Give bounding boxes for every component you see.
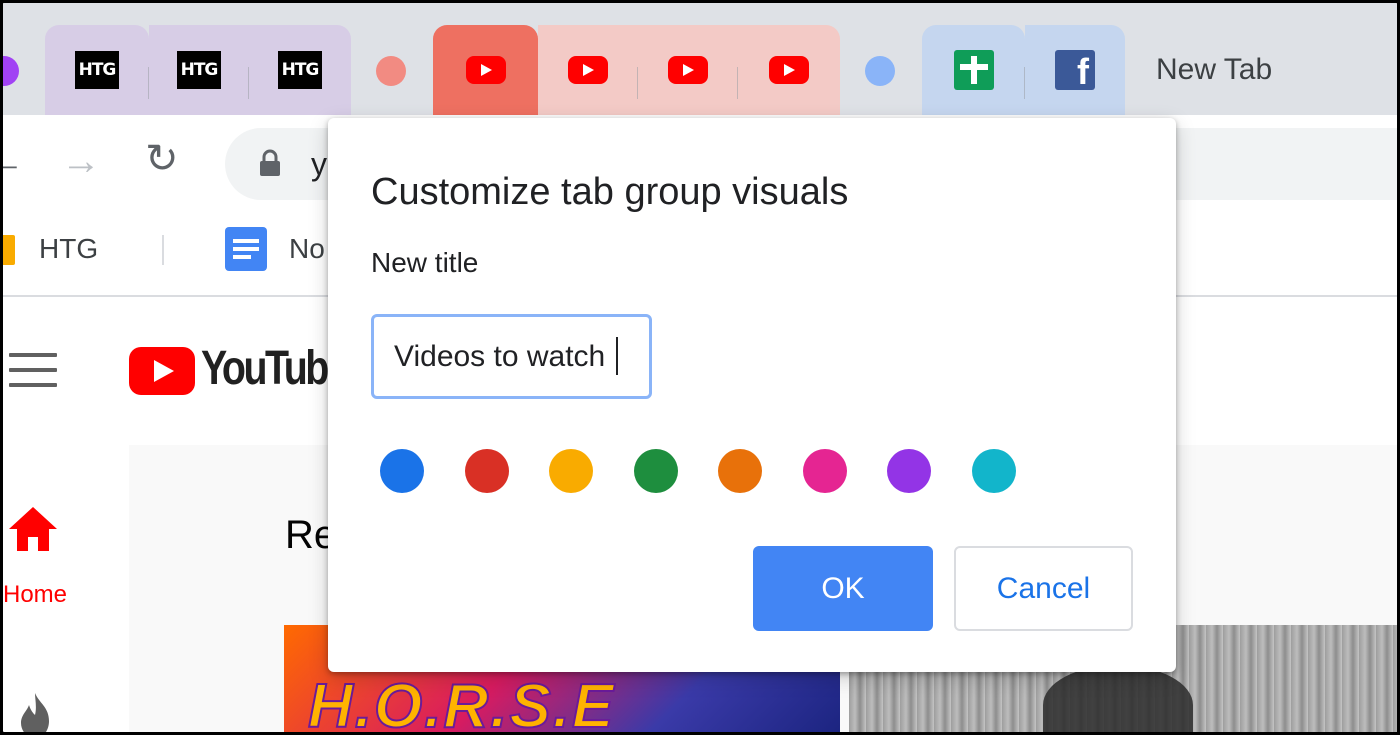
ok-button[interactable]: OK: [753, 546, 933, 631]
tab-google-sheets[interactable]: [922, 25, 1026, 115]
youtube-wordmark[interactable]: YouTube: [201, 341, 349, 396]
tab-youtube-2[interactable]: [538, 25, 639, 115]
lock-icon: [260, 149, 280, 176]
hamburger-menu-icon[interactable]: [9, 353, 57, 389]
sidebar-home-label[interactable]: Home: [3, 581, 67, 609]
youtube-icon: [568, 56, 608, 84]
htg-icon: HTG: [278, 51, 322, 89]
youtube-icon: [668, 56, 708, 84]
color-swatch-blue[interactable]: [380, 449, 424, 493]
color-swatch-yellow[interactable]: [549, 449, 593, 493]
youtube-icon: [465, 56, 506, 84]
tab-new-tab-label[interactable]: New Tab: [1156, 53, 1272, 87]
tab-group-purple-dot[interactable]: [3, 56, 19, 86]
tab-group-blue-dot[interactable]: [865, 56, 895, 86]
thumbnail-figure: [1043, 665, 1193, 732]
color-swatch-green[interactable]: [634, 449, 678, 493]
home-icon[interactable]: [7, 505, 59, 553]
tab-htg-2[interactable]: HTG: [149, 25, 250, 115]
tab-group-red-dot[interactable]: [376, 56, 406, 86]
color-swatch-cyan[interactable]: [972, 449, 1016, 493]
title-field-label: New title: [371, 247, 479, 278]
tab-youtube-3[interactable]: [638, 25, 739, 115]
thumbnail-title-art: H.O.R.S.E: [307, 671, 616, 735]
youtube-icon: [769, 56, 809, 84]
tab-youtube-4[interactable]: [738, 25, 840, 115]
google-docs-icon: [225, 227, 267, 271]
cancel-button[interactable]: Cancel: [954, 546, 1133, 631]
bookmark-docs[interactable]: No: [289, 233, 325, 265]
htg-icon: HTG: [177, 51, 221, 89]
google-sheets-icon: [953, 50, 994, 90]
browser-window: HTG HTG HTG f New Tab → ↻ y HTG No YouTu…: [0, 0, 1400, 735]
reload-icon[interactable]: ↻: [145, 139, 179, 179]
facebook-icon: f: [1055, 50, 1095, 90]
bookmark-htg[interactable]: HTG: [39, 233, 98, 265]
htg-icon: HTG: [75, 51, 119, 89]
tab-youtube-active[interactable]: [433, 25, 538, 115]
back-arrow-icon[interactable]: ←: [3, 141, 25, 181]
tab-htg-1[interactable]: HTG: [45, 25, 150, 115]
group-title-input[interactable]: [371, 314, 652, 399]
color-swatch-red[interactable]: [465, 449, 509, 493]
trending-fire-icon[interactable]: [17, 693, 53, 735]
color-swatch-orange[interactable]: [718, 449, 762, 493]
text-caret: [616, 337, 618, 375]
youtube-logo-icon[interactable]: [129, 347, 195, 395]
forward-arrow-icon[interactable]: →: [61, 141, 101, 181]
tab-facebook[interactable]: f: [1025, 25, 1125, 115]
color-swatch-purple[interactable]: [887, 449, 931, 493]
folder-icon: [3, 235, 15, 265]
tab-htg-3[interactable]: HTG: [249, 25, 351, 115]
dialog-title: Customize tab group visuals: [371, 171, 849, 213]
bookmark-separator: [162, 235, 164, 265]
tab-strip: HTG HTG HTG f New Tab: [3, 3, 1397, 115]
color-swatch-pink[interactable]: [803, 449, 847, 493]
address-bar-text[interactable]: y: [311, 146, 327, 183]
